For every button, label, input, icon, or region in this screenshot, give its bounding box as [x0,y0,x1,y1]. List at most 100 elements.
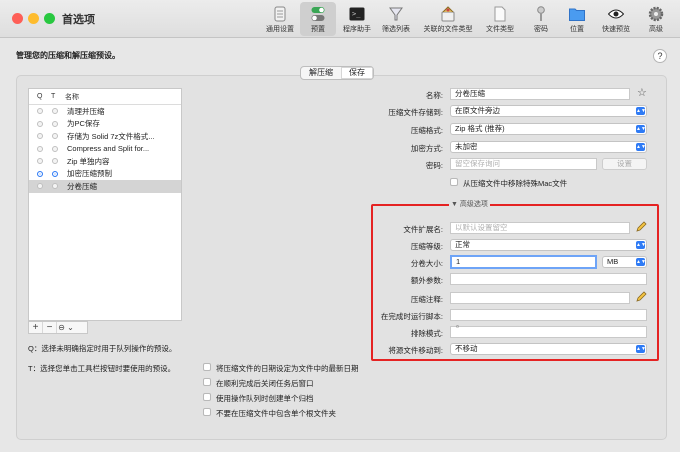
preset-list-header: Q T 名称 [29,89,181,105]
note-t: T：选择您单击工具栏按钮时要使用的预设。 [28,364,176,373]
pencil-icon[interactable] [635,291,647,303]
option-checkbox[interactable] [203,363,211,371]
run-script-field[interactable] [450,309,647,321]
star-icon[interactable]: ☆ [637,86,647,99]
exclude-field[interactable] [450,326,647,338]
toolbar-helper-apps[interactable]: >_ 程序助手 [339,2,375,36]
format-label: 压缩格式: [410,126,443,135]
t-radio[interactable] [52,170,58,177]
note-q: Q：选择未明确指定时用于队列操作的预设。 [28,344,177,353]
chevron-updown-icon: ▲▼ [636,125,646,133]
toolbar-presets[interactable]: 预置 [300,2,336,36]
compression-level-popup[interactable]: 正常 ▲▼ [450,239,647,251]
save-to-popup[interactable]: 在原文件旁边 ▲▼ [450,105,647,117]
toolbar-filter-list[interactable]: 筛选列表 [378,2,414,36]
q-radio[interactable] [37,108,43,115]
extra-args-label: 额外参数: [410,276,443,285]
t-radio[interactable] [52,158,58,165]
preset-name: Zip 单独内容 [67,156,110,166]
chevron-updown-icon: ▲▼ [636,345,646,353]
chevron-updown-icon: ▲▼ [636,258,646,266]
encryption-popup[interactable]: 未加密 ▲▼ [450,141,647,153]
pencil-icon[interactable] [635,221,647,233]
toolbar-passwords[interactable]: 密码 [526,2,556,36]
archive-box-icon [439,5,457,22]
split-size-label: 分卷大小: [410,259,443,268]
preset-name: Compress and Split for... [67,144,150,154]
t-radio[interactable] [52,145,58,152]
q-radio[interactable] [37,145,43,152]
password-field[interactable]: 留空保存询问 [450,158,597,170]
window-toolbar: 首选项 通用设置 预置 >_ 程序助手 筛选列表 关联的文件类型 文件类型 密码… [0,0,680,38]
exclude-pattern-icon[interactable]: ▫ [456,322,459,331]
remove-preset-button[interactable]: − [43,322,57,333]
q-radio[interactable] [37,170,43,177]
tab-save[interactable]: 保存 [341,67,373,79]
run-script-label: 在完成时运行脚本: [380,312,443,321]
gear-icon [647,5,665,22]
add-preset-button[interactable]: + [29,322,43,333]
column-q[interactable]: Q [37,93,51,100]
q-radio[interactable] [37,158,43,165]
preset-actions-menu-button[interactable]: ⊖ ⌄ [57,322,75,333]
toolbar-general[interactable]: 通用设置 [262,2,298,36]
preset-name: 清理并压缩 [67,106,105,116]
move-source-popup[interactable]: 不移动 ▲▼ [450,343,647,355]
split-size-field[interactable]: 1 [450,255,597,269]
extra-args-field[interactable] [450,273,647,285]
preset-row-selected[interactable]: 分卷压缩 [29,180,181,193]
set-password-button[interactable]: 设置 [602,158,647,170]
name-field[interactable]: 分卷压缩 [450,88,630,100]
compression-level-label: 压缩等级: [410,242,443,251]
option-checkbox[interactable] [203,393,211,401]
q-radio[interactable] [37,120,43,127]
preset-row[interactable]: 存储为 Solid 7z文件格式... [29,130,181,143]
preset-row[interactable]: Compress and Split for... [29,143,181,156]
preset-name: 分卷压缩 [67,181,97,191]
option-label: 不要在压缩文件中包含单个根文件夹 [216,409,336,418]
toolbar-quick-look[interactable]: 快速预览 [598,2,634,36]
toolbar-file-types[interactable]: 文件类型 [481,2,519,36]
q-radio[interactable] [37,133,43,140]
exclude-label: 排除模式: [410,329,443,338]
svg-text:>_: >_ [352,10,361,18]
terminal-icon: >_ [348,5,366,22]
close-window-button[interactable] [12,13,23,24]
preset-row[interactable]: Zip 单独内容 [29,155,181,168]
minimize-window-button[interactable] [28,13,39,24]
zoom-window-button[interactable] [44,13,55,24]
toolbar-advanced[interactable]: 高级 [642,2,670,36]
window-title: 首选项 [62,14,95,26]
preset-row[interactable]: 清理并压缩 [29,105,181,118]
t-radio[interactable] [52,183,58,190]
comment-field[interactable] [450,292,630,304]
split-unit-popup[interactable]: MB ▲▼ [602,256,647,268]
preset-row[interactable]: 加密压缩预制 [29,168,181,181]
preset-name: 存储为 Solid 7z文件格式... [67,131,155,141]
t-radio[interactable] [52,108,58,115]
tab-extract[interactable]: 解压缩 [301,67,341,79]
option-checkbox[interactable] [203,378,211,386]
toolbar-associated-file-types[interactable]: 关联的文件类型 [419,2,477,36]
preset-list-controls: + − ⊖ ⌄ [28,321,88,334]
extension-label: 文件扩展名: [403,225,443,234]
chevron-updown-icon: ▲▼ [636,107,646,115]
eye-icon [607,5,625,22]
q-radio[interactable] [37,183,43,190]
advanced-options-toggle[interactable]: ▼ 高级选项 [449,199,490,209]
preset-row[interactable]: 为PC保存 [29,118,181,131]
strip-mac-files-checkbox[interactable] [450,178,458,186]
option-label: 使用操作队列时创建单个归档 [216,394,314,403]
extension-field[interactable]: 以默认设置留空 [450,222,630,234]
format-popup[interactable]: Zip 格式 (推荐) ▲▼ [450,123,647,135]
strip-mac-files-label: 从压缩文件中移除特殊Mac文件 [463,179,568,188]
option-checkbox[interactable] [203,408,211,416]
column-name[interactable]: 名称 [65,92,79,102]
help-button[interactable]: ? [653,49,667,63]
column-t[interactable]: T [51,93,65,100]
chevron-updown-icon: ▲▼ [636,241,646,249]
t-radio[interactable] [52,133,58,140]
comment-label: 压缩注释: [410,295,443,304]
toolbar-locations[interactable]: 位置 [562,2,592,36]
t-radio[interactable] [52,120,58,127]
